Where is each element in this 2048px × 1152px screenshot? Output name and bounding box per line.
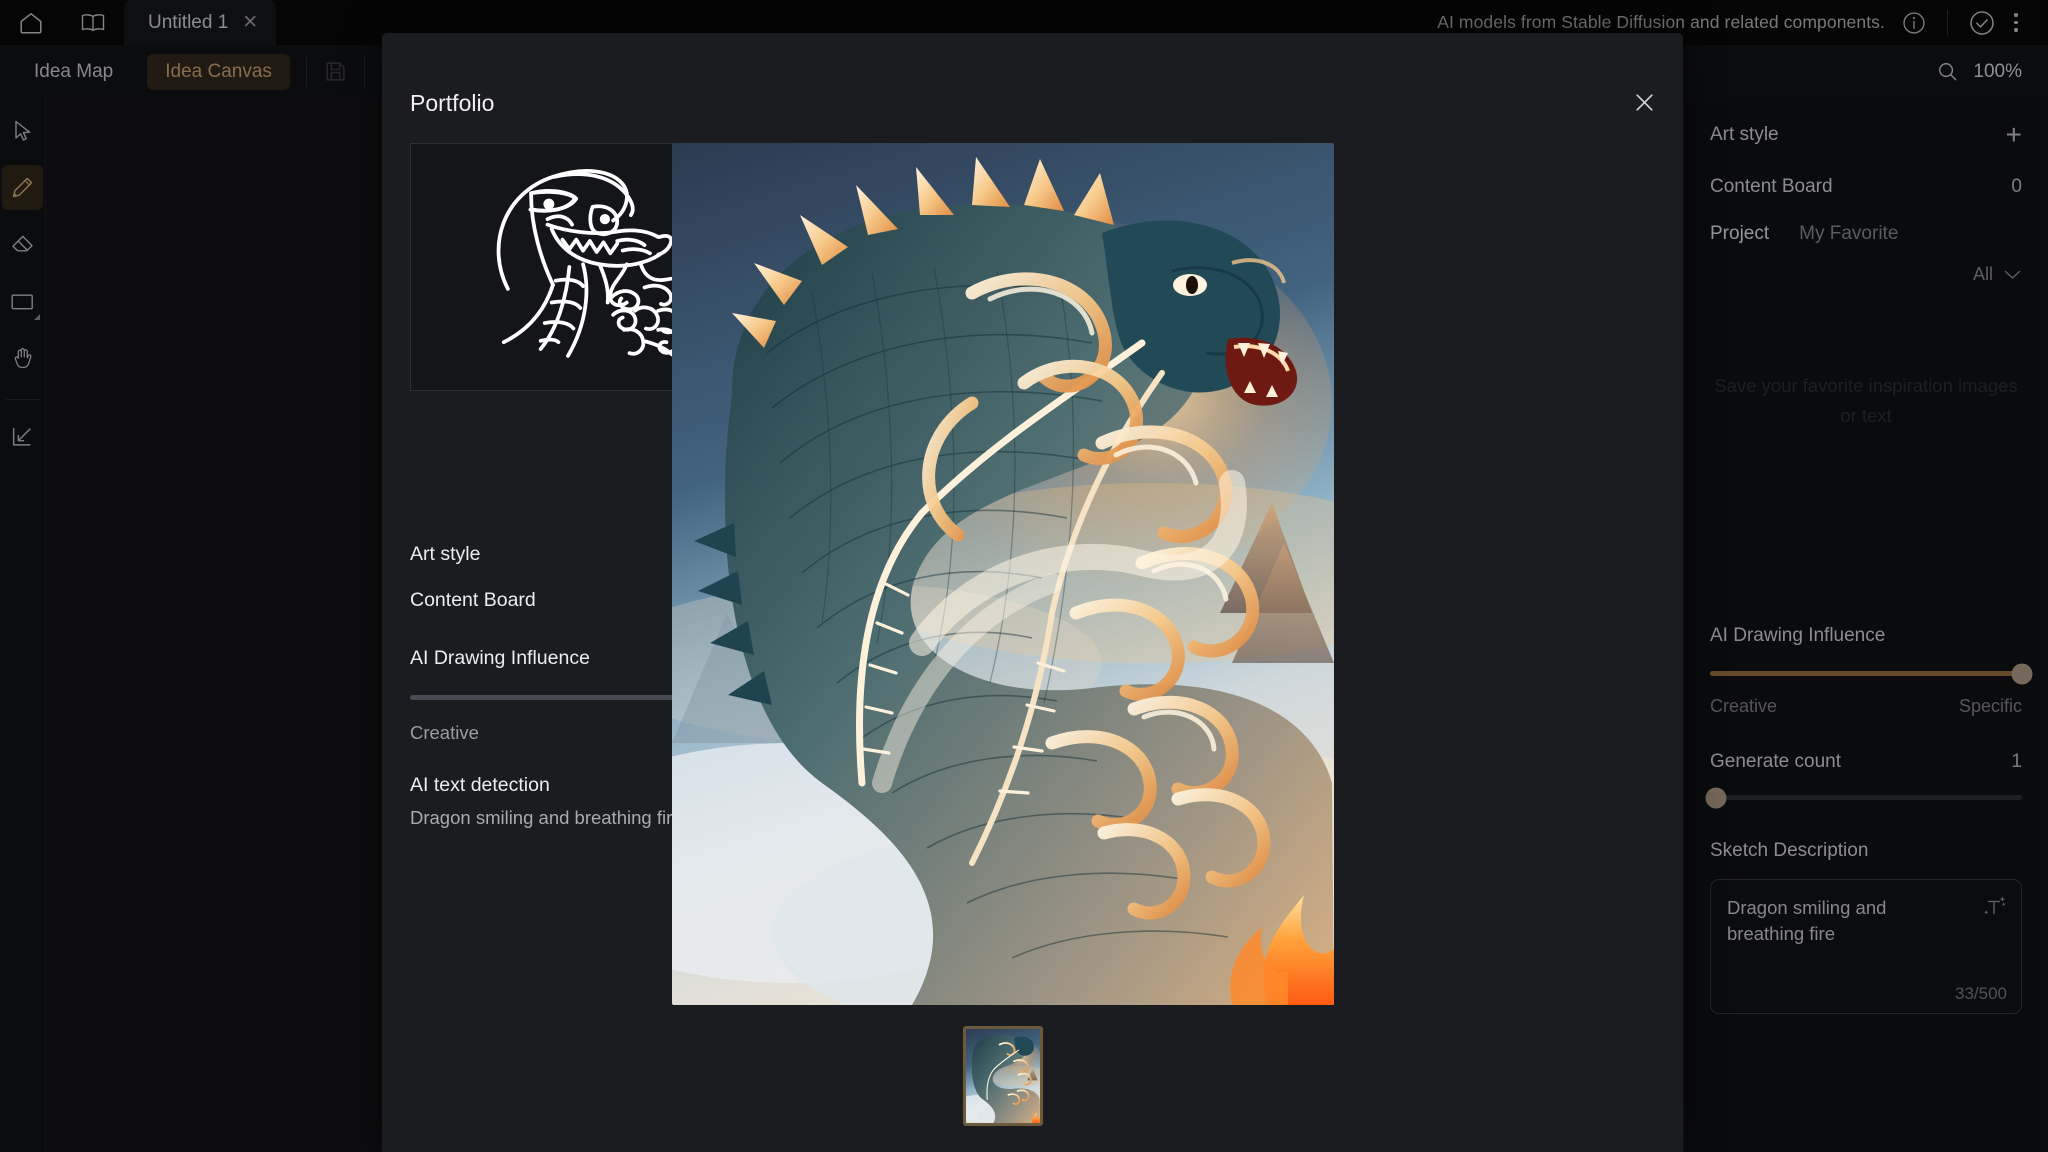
generated-dragon-image[interactable] bbox=[672, 143, 1334, 1005]
portfolio-modal: Portfolio Art style Content Board AI Dra… bbox=[382, 33, 1683, 1152]
modal-influence-min-label: Creative bbox=[410, 722, 479, 743]
modal-art-style-label: Art style bbox=[410, 543, 481, 565]
results-thumbnail-strip bbox=[672, 1023, 1334, 1128]
app-window: Untitled 1 ✕ AI models from Stable Diffu… bbox=[0, 0, 2048, 1152]
modal-title: Portfolio bbox=[410, 90, 495, 116]
close-icon[interactable] bbox=[1632, 90, 1657, 115]
result-thumbnail-1[interactable] bbox=[963, 1025, 1043, 1126]
modal-content-board-label: Content Board bbox=[410, 589, 536, 611]
